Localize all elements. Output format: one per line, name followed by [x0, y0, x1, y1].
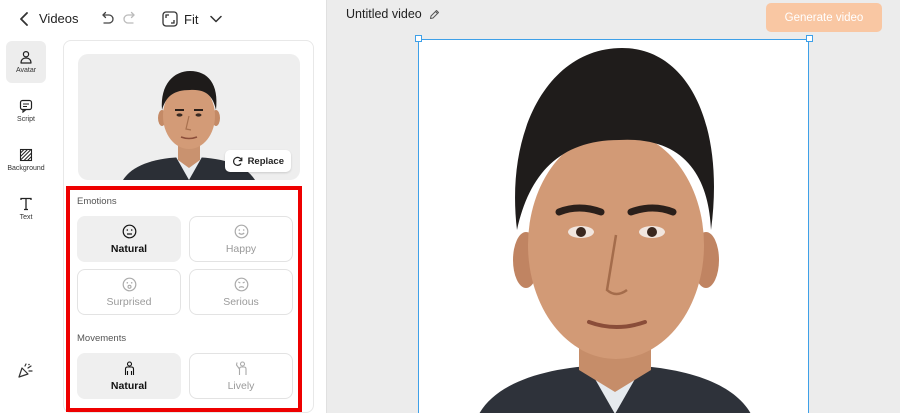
rail-label-background: Background	[7, 165, 45, 172]
fit-label: Fit	[184, 11, 199, 27]
pencil-icon[interactable]	[429, 9, 440, 20]
text-icon	[20, 197, 32, 211]
highlight-box	[66, 186, 302, 412]
replace-label: Replace	[247, 155, 284, 167]
celebration-icon	[18, 363, 33, 378]
video-canvas[interactable]	[418, 39, 809, 413]
person-icon	[20, 50, 32, 64]
video-title[interactable]: Untitled video	[346, 7, 422, 21]
resize-handle-top-right[interactable]	[806, 35, 813, 42]
back-button[interactable]	[14, 9, 34, 29]
undo-icon	[102, 11, 114, 24]
undo-button[interactable]	[98, 10, 116, 28]
aspect-ratio-icon	[162, 11, 178, 27]
chat-bubble-icon	[19, 99, 33, 113]
avatar-large-image	[479, 48, 751, 413]
rail-label-text: Text	[19, 214, 33, 221]
avatar-preview[interactable]: Replace	[78, 54, 300, 180]
redo-button[interactable]	[121, 10, 139, 28]
hatch-pattern-icon	[19, 148, 33, 162]
replace-button[interactable]: Replace	[224, 150, 291, 172]
top-bar: Videos Fit	[0, 0, 326, 38]
rail-item-script[interactable]: Script	[6, 90, 46, 132]
fit-dropdown[interactable]: Fit	[162, 7, 223, 31]
rail-item-text[interactable]: Text	[6, 188, 46, 230]
redo-icon	[123, 11, 135, 24]
refresh-icon	[232, 156, 242, 166]
celebration-button[interactable]	[16, 362, 36, 382]
breadcrumb-videos[interactable]: Videos	[39, 11, 79, 26]
rail-item-avatar[interactable]: Avatar	[6, 41, 46, 83]
rail-label-script: Script	[17, 116, 35, 123]
rail-label-avatar: Avatar	[15, 67, 37, 74]
chevron-left-icon	[20, 12, 28, 26]
generate-video-button[interactable]: Generate video	[766, 3, 882, 32]
video-title-group[interactable]: Untitled video	[346, 7, 440, 21]
resize-handle-top-left[interactable]	[415, 35, 422, 42]
chevron-down-icon	[210, 15, 223, 23]
rail-item-background[interactable]: Background	[6, 139, 46, 181]
left-rail: Avatar Script Background Text	[0, 38, 56, 413]
canvas-area: Untitled video Generate video	[326, 0, 900, 413]
